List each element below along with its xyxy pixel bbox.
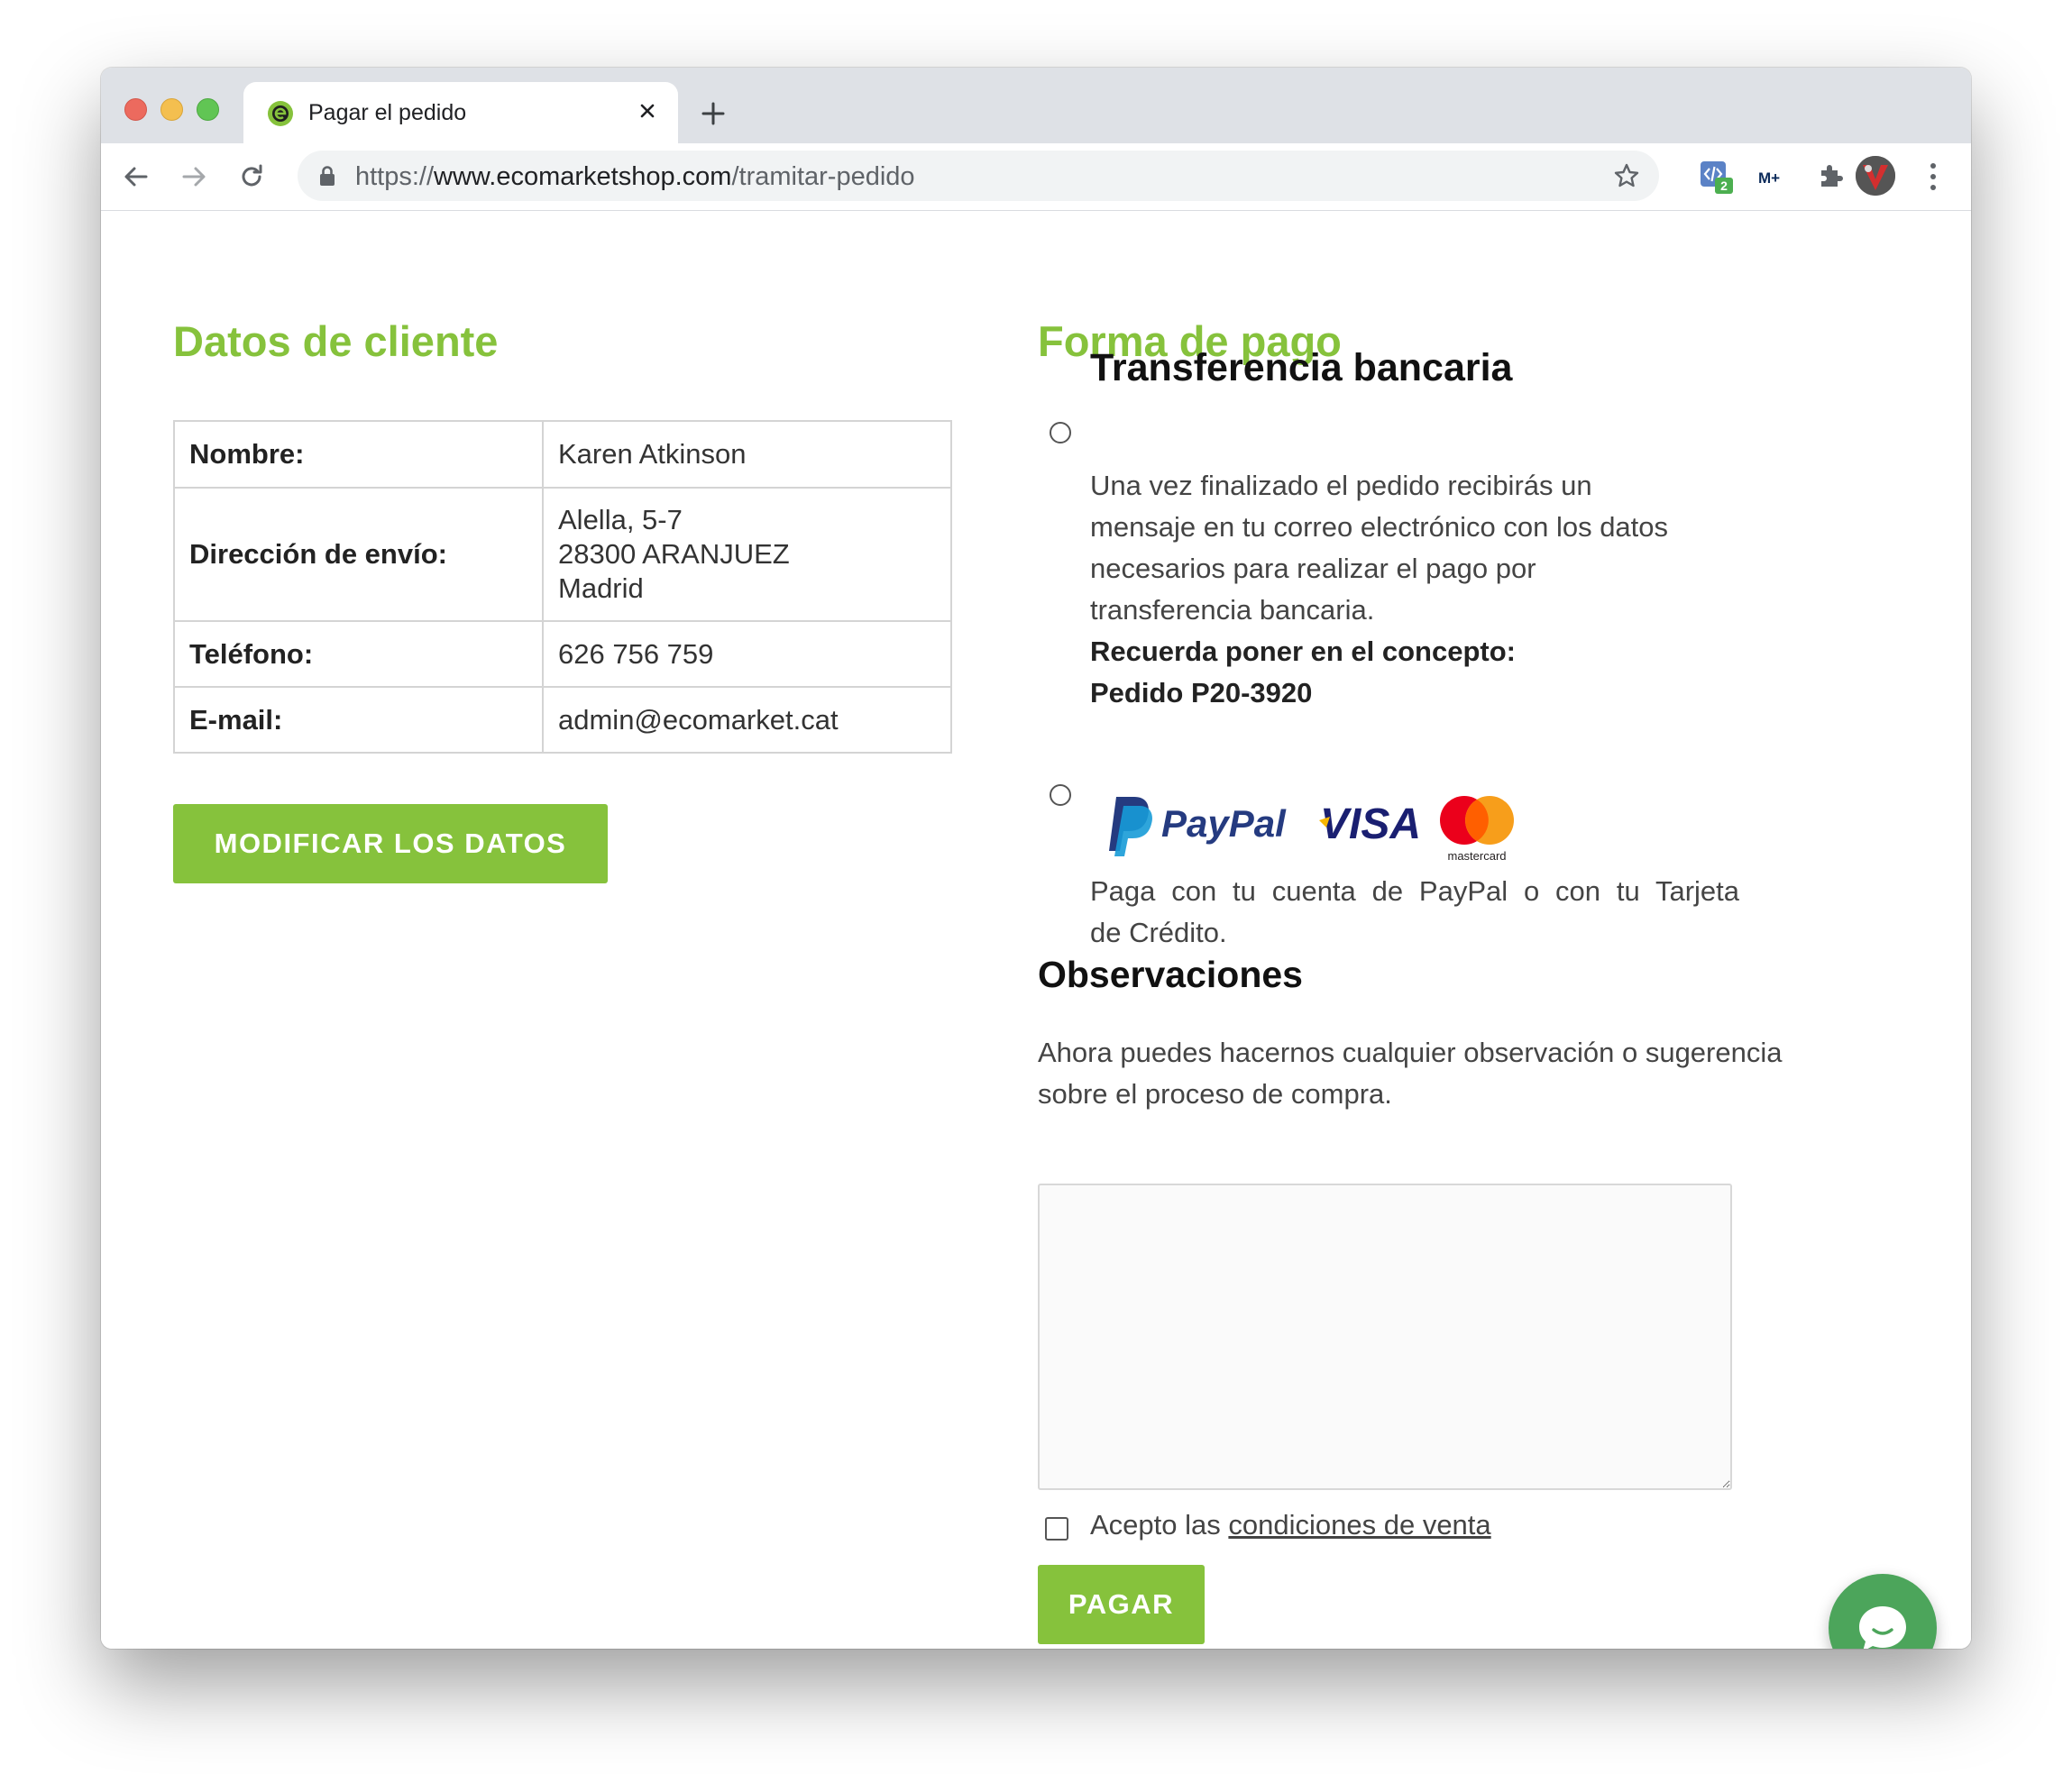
chat-widget-button[interactable] [1829, 1574, 1937, 1649]
active-tab[interactable]: Pagar el pedido [243, 82, 678, 143]
browser-window: Pagar el pedido https://www.ecomarketsho… [101, 68, 1971, 1649]
observations-textarea[interactable] [1038, 1184, 1732, 1490]
back-arrow-icon[interactable] [121, 161, 151, 192]
url-path: /tramitar-pedido [731, 162, 915, 191]
name-value: Karen Atkinson [542, 420, 952, 489]
profile-picture-icon [1856, 156, 1895, 196]
address-line: Alella, 5-7 [558, 504, 683, 535]
shipping-address-value: Alella, 5-7 28300 ARANJUEZ Madrid [542, 487, 952, 622]
intro-line: Ahora puedes hacernos cualquier observac… [1038, 1037, 1783, 1068]
address-line: Madrid [558, 572, 644, 604]
mastercard-logo-text: mastercard [1447, 849, 1506, 863]
paypal-logo-icon: PayPal [1109, 797, 1287, 856]
tab-title: Pagar el pedido [308, 100, 467, 125]
url-scheme: https:// [355, 162, 435, 191]
accept-terms-label: Acepto las condiciones de venta [1090, 1509, 1491, 1541]
table-row: Teléfono: 626 756 759 [173, 620, 952, 688]
svg-text:PayPal: PayPal [1161, 802, 1287, 845]
description-line: mensaje en tu correo electrónico con los… [1090, 511, 1669, 543]
accept-terms-prefix: Acepto las [1090, 1509, 1221, 1541]
close-window-button[interactable] [124, 98, 147, 121]
bookmark-star-icon[interactable] [1612, 161, 1641, 190]
description-line: de Crédito. [1090, 917, 1227, 948]
email-label: E-mail: [173, 686, 544, 754]
customer-data-table: Nombre: Karen Atkinson Dirección de enví… [173, 420, 952, 754]
reload-icon[interactable] [236, 161, 267, 192]
name-label: Nombre: [173, 420, 544, 489]
url-text: https://www.ecomarketshop.com/tramitar-p… [355, 162, 915, 192]
maximize-window-button[interactable] [197, 98, 219, 121]
shipping-address-label: Dirección de envío: [173, 487, 544, 622]
new-tab-icon[interactable] [698, 98, 729, 129]
payment-logos: PayPal VISA mastercard [1109, 796, 1514, 863]
customer-data-heading: Datos de cliente [173, 317, 499, 365]
card-paypal-description: Paga con tu cuenta de PayPal o con tu Ta… [1090, 871, 1739, 954]
forward-arrow-icon[interactable] [179, 161, 209, 192]
tab-close-icon[interactable] [633, 96, 662, 125]
lock-icon [320, 166, 335, 186]
extension-text: M+ [1758, 169, 1780, 187]
minimize-window-button[interactable] [160, 98, 183, 121]
table-row: E-mail: admin@ecomarket.cat [173, 686, 952, 754]
description-line: Una vez finalizado el pedido recibirás u… [1090, 470, 1592, 501]
phone-value: 626 756 759 [542, 620, 952, 688]
url-host: www.ecomarketshop.com [434, 162, 732, 191]
chat-bubble-icon [1859, 1606, 1906, 1649]
bank-transfer-description: Una vez finalizado el pedido recibirás u… [1090, 415, 1775, 714]
address-line: 28300 ARANJUEZ [558, 538, 790, 570]
bank-transfer-radio[interactable] [1050, 422, 1071, 443]
phone-label: Teléfono: [173, 620, 544, 688]
description-line: transferencia bancaria. [1090, 594, 1375, 626]
mastercard-logo-icon: mastercard [1440, 796, 1514, 863]
pay-button[interactable]: PAGAR [1038, 1565, 1205, 1644]
browser-menu-icon[interactable] [1928, 160, 1939, 194]
card-paypal-radio[interactable] [1050, 784, 1071, 806]
code-extension-icon[interactable]: 2 [1699, 160, 1733, 194]
order-reference: Pedido P20-3920 [1090, 677, 1313, 709]
page-content: Datos de cliente Nombre: Karen Atkinson … [101, 211, 1971, 1649]
tab-strip: Pagar el pedido [101, 68, 1971, 143]
email-value: admin@ecomarket.cat [542, 686, 952, 754]
sale-conditions-link[interactable]: condiciones de venta [1228, 1509, 1490, 1541]
bank-transfer-title: Transferencia bancaria [1090, 346, 1513, 389]
table-row: Nombre: Karen Atkinson [173, 420, 952, 489]
observations-heading: Observaciones [1038, 954, 1303, 995]
table-row: Dirección de envío: Alella, 5-7 28300 AR… [173, 487, 952, 622]
profile-avatar[interactable] [1856, 156, 1895, 196]
extension-badge: 2 [1720, 178, 1728, 193]
concept-note-label: Recuerda poner en el concepto: [1090, 635, 1516, 667]
visa-logo-icon: VISA [1320, 800, 1421, 848]
observations-intro: Ahora puedes hacernos cualquier observac… [1038, 1032, 1849, 1115]
browser-toolbar: https://www.ecomarketshop.com/tramitar-p… [101, 143, 1971, 211]
ecomarket-favicon-icon [268, 101, 293, 126]
description-line: Paga con tu cuenta de PayPal o con tu Ta… [1090, 875, 1739, 907]
accept-terms-checkbox[interactable] [1045, 1517, 1068, 1541]
puzzle-extensions-icon[interactable] [1814, 160, 1848, 194]
movistar-plus-extension-icon[interactable]: M+ [1756, 160, 1791, 194]
intro-line: sobre el proceso de compra. [1038, 1078, 1392, 1110]
description-line: necesarios para realizar el pago por [1090, 553, 1536, 584]
paypal-logo-text: PayPal [1161, 802, 1287, 845]
modify-data-button[interactable]: MODIFICAR LOS DATOS [173, 804, 608, 883]
address-bar[interactable]: https://www.ecomarketshop.com/tramitar-p… [298, 151, 1659, 201]
